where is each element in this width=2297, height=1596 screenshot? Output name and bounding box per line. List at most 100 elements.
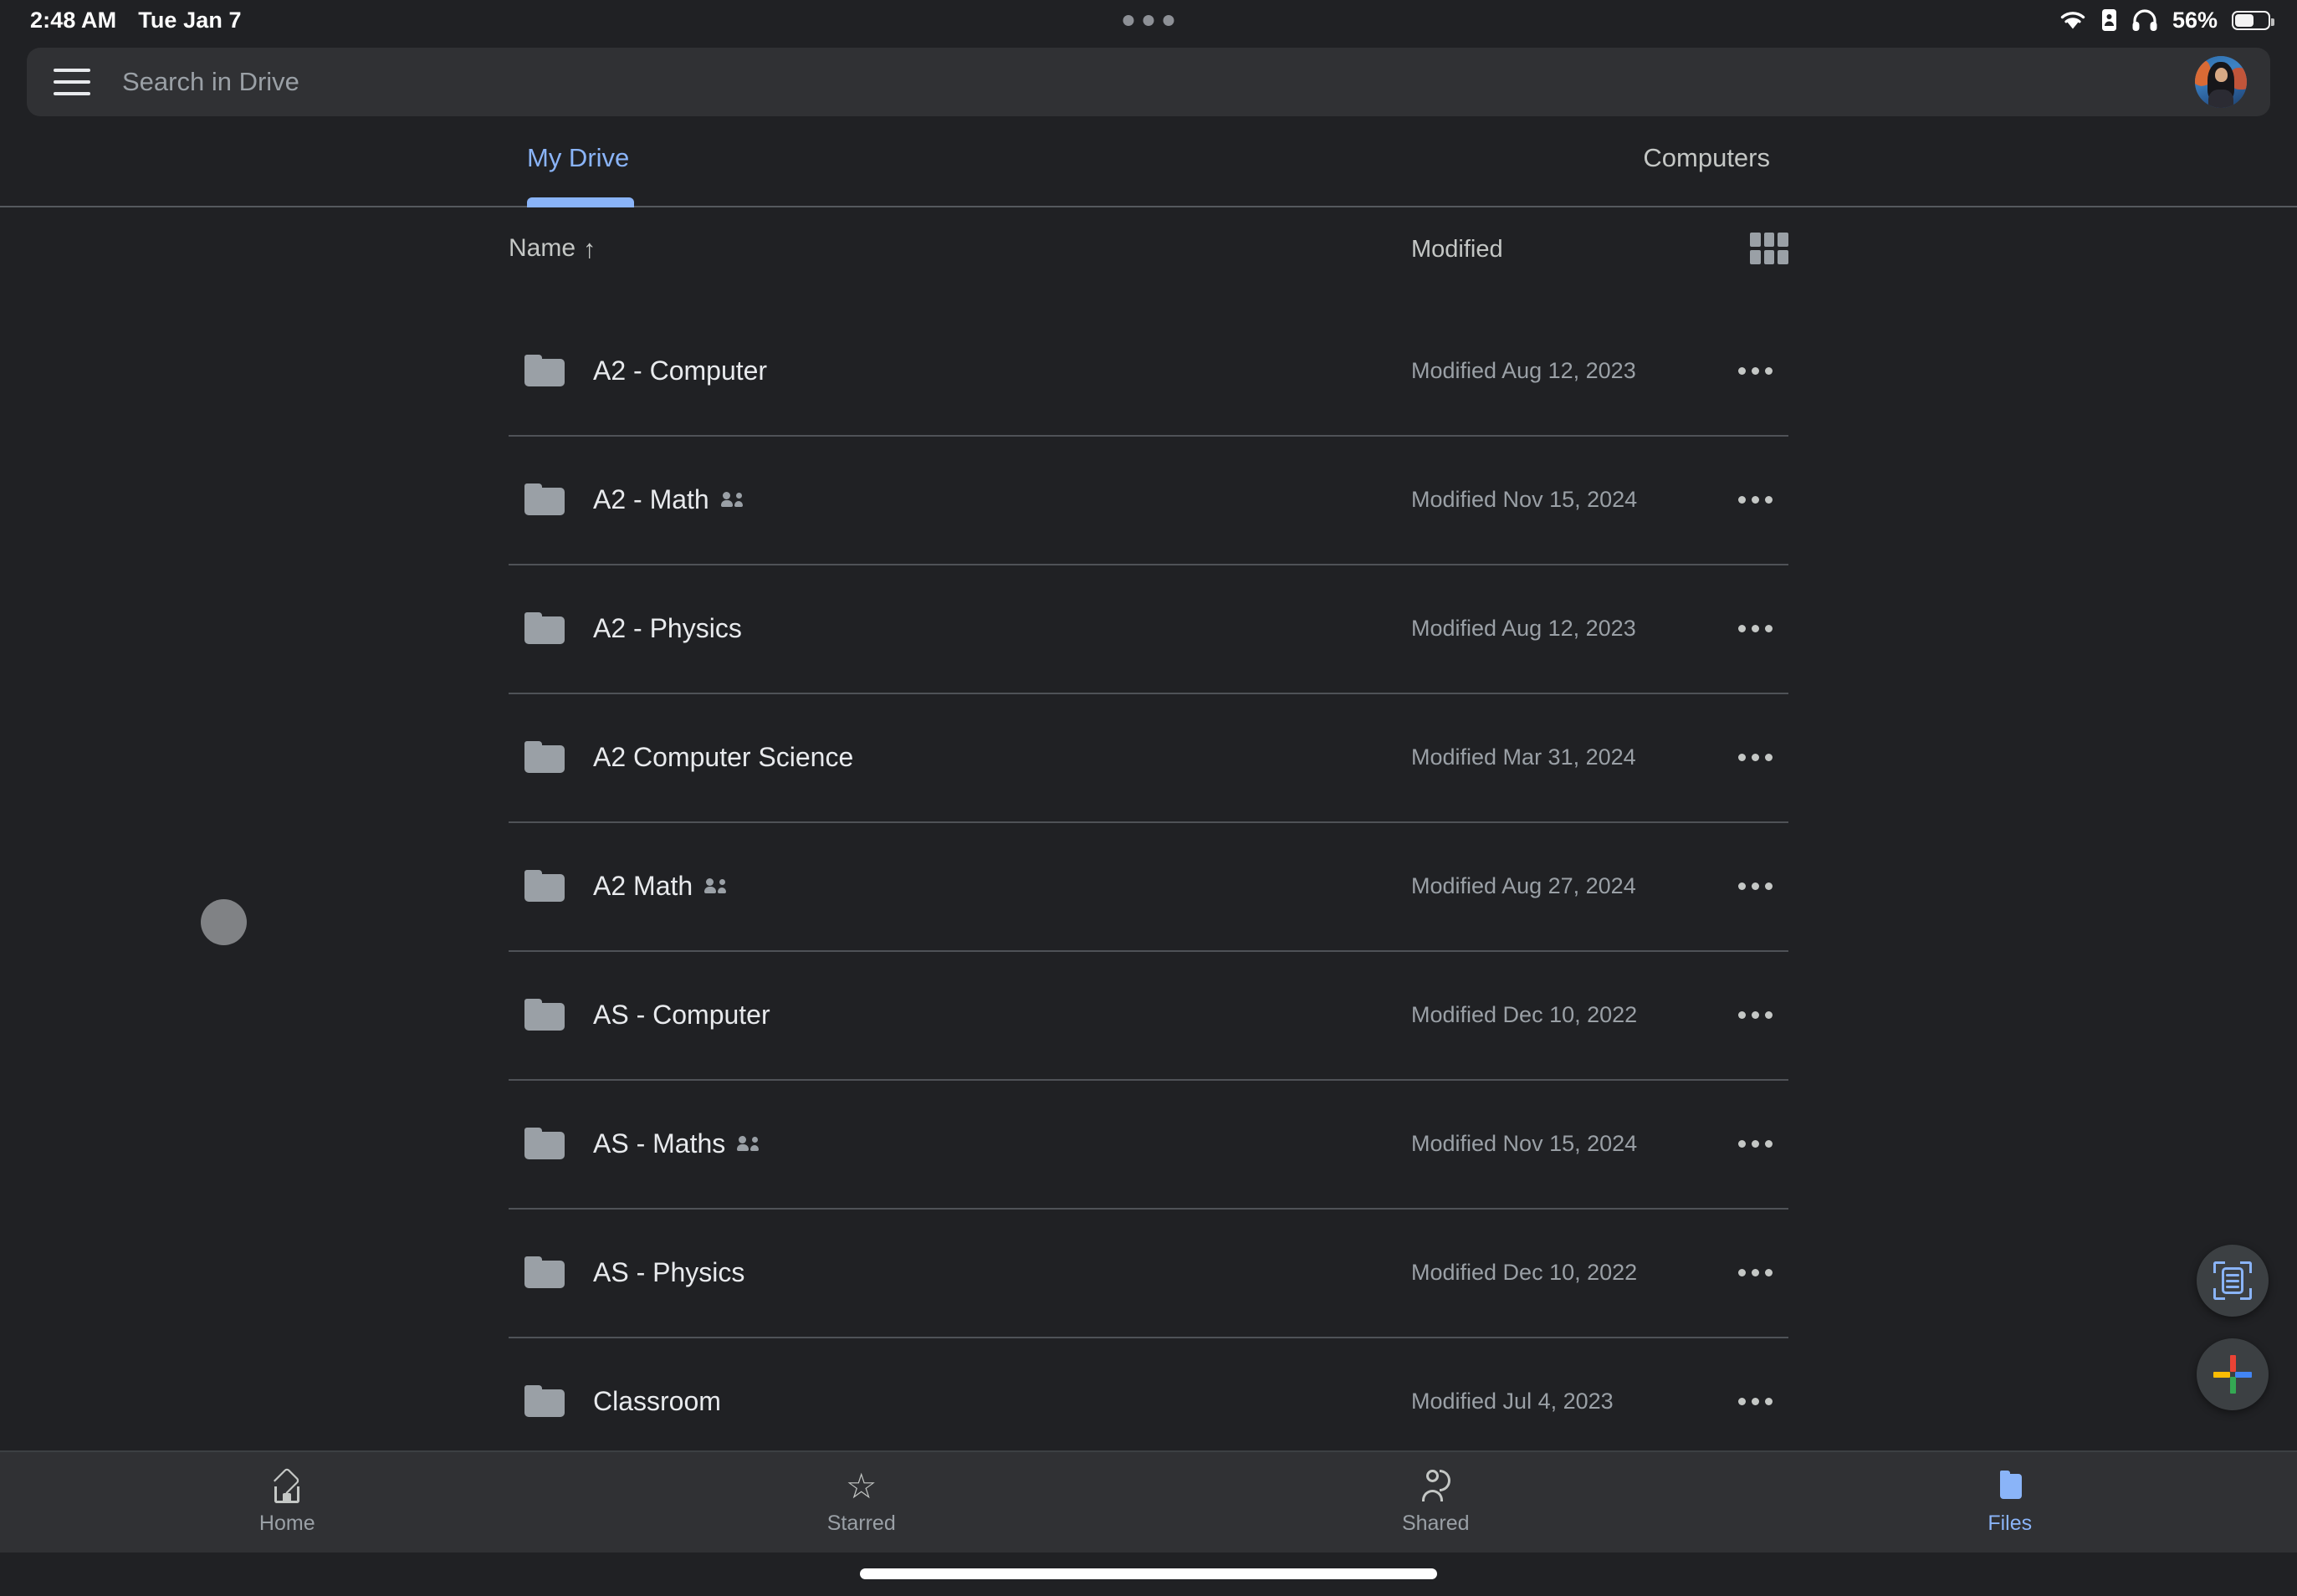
bottom-nav-item-home[interactable]: Home (0, 1450, 575, 1553)
folder-icon (524, 999, 565, 1031)
bottom-nav-shared-label: Shared (1401, 1511, 1470, 1535)
row-overflow-menu-button[interactable] (1730, 1376, 1780, 1426)
table-row[interactable]: A2 Computer Science Modified Mar 31, 2024 (509, 693, 1788, 821)
shared-people-icon (704, 878, 727, 893)
multitask-handle[interactable] (1123, 0, 1174, 40)
home-icon (267, 1466, 307, 1505)
file-name: A2 - Physics (593, 612, 742, 643)
battery-share-icon (2101, 9, 2116, 31)
tab-my-drive[interactable]: My Drive (527, 134, 634, 207)
tab-my-drive-label: My Drive (527, 143, 630, 172)
bottom-nav-files-label: Files (1987, 1511, 2033, 1535)
grid-view-icon[interactable] (1750, 233, 1788, 264)
table-row[interactable]: AS - Computer Modified Dec 10, 2022 (509, 950, 1788, 1079)
search-bar[interactable]: Search in Drive (27, 48, 2270, 116)
headphones-icon (2132, 9, 2157, 31)
status-bar-right: 56% (2059, 0, 2274, 40)
folder-icon (524, 483, 565, 515)
tab-computers-label: Computers (1643, 143, 1770, 172)
star-icon: ☆ (845, 1466, 877, 1506)
file-modified-date: Modified Aug 12, 2023 (1411, 615, 1636, 641)
file-modified-date: Modified Mar 31, 2024 (1411, 744, 1636, 770)
drive-tabs: My Drive Computers (509, 134, 1788, 207)
row-overflow-menu-button[interactable] (1730, 603, 1780, 653)
tab-active-indicator (527, 197, 634, 207)
table-row[interactable]: A2 - Math Modified Nov 15, 2024 (509, 435, 1788, 564)
row-overflow-menu-button[interactable] (1730, 1118, 1780, 1169)
folder-icon (524, 1128, 565, 1159)
people-icon (1415, 1468, 1455, 1505)
folder-icon (524, 870, 565, 902)
bottom-nav-item-starred[interactable]: ☆ Starred (575, 1450, 1149, 1553)
search-input[interactable]: Search in Drive (122, 67, 2195, 97)
search-bar-container: Search in Drive (27, 48, 2270, 116)
file-name: Classroom (593, 1385, 721, 1416)
folder-icon (524, 612, 565, 644)
battery-fill (2235, 13, 2254, 27)
modified-column-header: Modified (1411, 236, 1503, 263)
home-indicator[interactable] (860, 1568, 1437, 1579)
table-row[interactable]: A2 - Physics Modified Aug 12, 2023 (509, 564, 1788, 693)
tab-computers[interactable]: Computers (1643, 134, 1770, 207)
bottom-nav-divider (0, 1450, 2297, 1452)
file-modified-date: Modified Nov 15, 2024 (1411, 486, 1638, 512)
list-header: Name ↑ Modified (509, 226, 1788, 286)
new-fab[interactable] (2197, 1338, 2269, 1410)
file-name: AS - Computer (593, 999, 770, 1030)
sort-ascending-arrow-icon: ↑ (583, 233, 596, 263)
handle-dot (1163, 14, 1174, 26)
row-overflow-menu-button[interactable] (1730, 861, 1780, 911)
file-modified-date: Modified Nov 15, 2024 (1411, 1130, 1638, 1156)
bottom-navigation: Home ☆ Starred Shared Files (0, 1450, 2297, 1553)
file-name: AS - Physics (593, 1256, 745, 1287)
app-screen: 2:48 AM Tue Jan 7 56% Search in Drive My… (0, 0, 2297, 1596)
file-modified-date: Modified Aug 12, 2023 (1411, 357, 1636, 383)
row-overflow-menu-button[interactable] (1730, 474, 1780, 524)
file-modified-date: Modified Dec 10, 2022 (1411, 1001, 1638, 1027)
status-bar-left: 2:48 AM Tue Jan 7 (30, 0, 242, 40)
folder-icon (524, 741, 565, 773)
bottom-nav-item-files[interactable]: Files (1723, 1450, 2297, 1553)
google-plus-icon (2213, 1355, 2252, 1394)
scan-fab[interactable] (2197, 1245, 2269, 1317)
battery-percent: 56% (2172, 7, 2218, 33)
file-list: A2 - Computer Modified Aug 12, 2023 A2 - M… (509, 306, 1788, 1466)
file-modified-date: Modified Aug 27, 2024 (1411, 872, 1636, 898)
folder-icon (1990, 1468, 2030, 1505)
folder-icon (524, 1256, 565, 1288)
row-overflow-menu-button[interactable] (1730, 1247, 1780, 1297)
file-modified-date: Modified Dec 10, 2022 (1411, 1259, 1638, 1285)
wifi-icon (2060, 12, 2085, 29)
row-overflow-menu-button[interactable] (1730, 345, 1780, 396)
table-row[interactable]: Classroom Modified Jul 4, 2023 (509, 1337, 1788, 1466)
file-name: A2 Computer Science (593, 741, 854, 772)
bottom-nav-item-shared[interactable]: Shared (1148, 1450, 1723, 1553)
row-overflow-menu-button[interactable] (1730, 990, 1780, 1040)
bottom-nav-home-label: Home (258, 1511, 315, 1535)
document-scan-icon (2213, 1261, 2252, 1300)
file-name: A2 Math (593, 870, 693, 901)
file-modified-date: Modified Jul 4, 2023 (1411, 1388, 1614, 1414)
hamburger-menu-icon[interactable] (54, 69, 90, 95)
shared-people-icon (720, 492, 743, 507)
file-name: AS - Maths (593, 1128, 726, 1159)
status-bar: 2:48 AM Tue Jan 7 56% (0, 0, 2297, 40)
table-row[interactable]: AS - Physics Modified Dec 10, 2022 (509, 1208, 1788, 1337)
touch-cursor-indicator (201, 899, 247, 945)
table-row[interactable]: A2 - Computer Modified Aug 12, 2023 (509, 306, 1788, 435)
status-time: 2:48 AM (30, 7, 117, 33)
file-name: A2 - Math (593, 483, 709, 514)
bottom-nav-starred-label: Starred (826, 1511, 896, 1535)
status-date: Tue Jan 7 (138, 7, 242, 33)
avatar[interactable] (2195, 56, 2247, 108)
row-overflow-menu-button[interactable] (1730, 732, 1780, 782)
battery-icon (2232, 10, 2274, 30)
battery-nub (2271, 18, 2274, 26)
table-row[interactable]: A2 Math Modified Aug 27, 2024 (509, 821, 1788, 950)
sort-name-label: Name (509, 234, 576, 262)
folder-icon (524, 355, 565, 386)
table-row[interactable]: AS - Maths Modified Nov 15, 2024 (509, 1079, 1788, 1208)
handle-dot (1123, 14, 1134, 26)
folder-icon (524, 1385, 565, 1417)
sort-by-name-button[interactable]: Name ↑ (509, 234, 596, 263)
